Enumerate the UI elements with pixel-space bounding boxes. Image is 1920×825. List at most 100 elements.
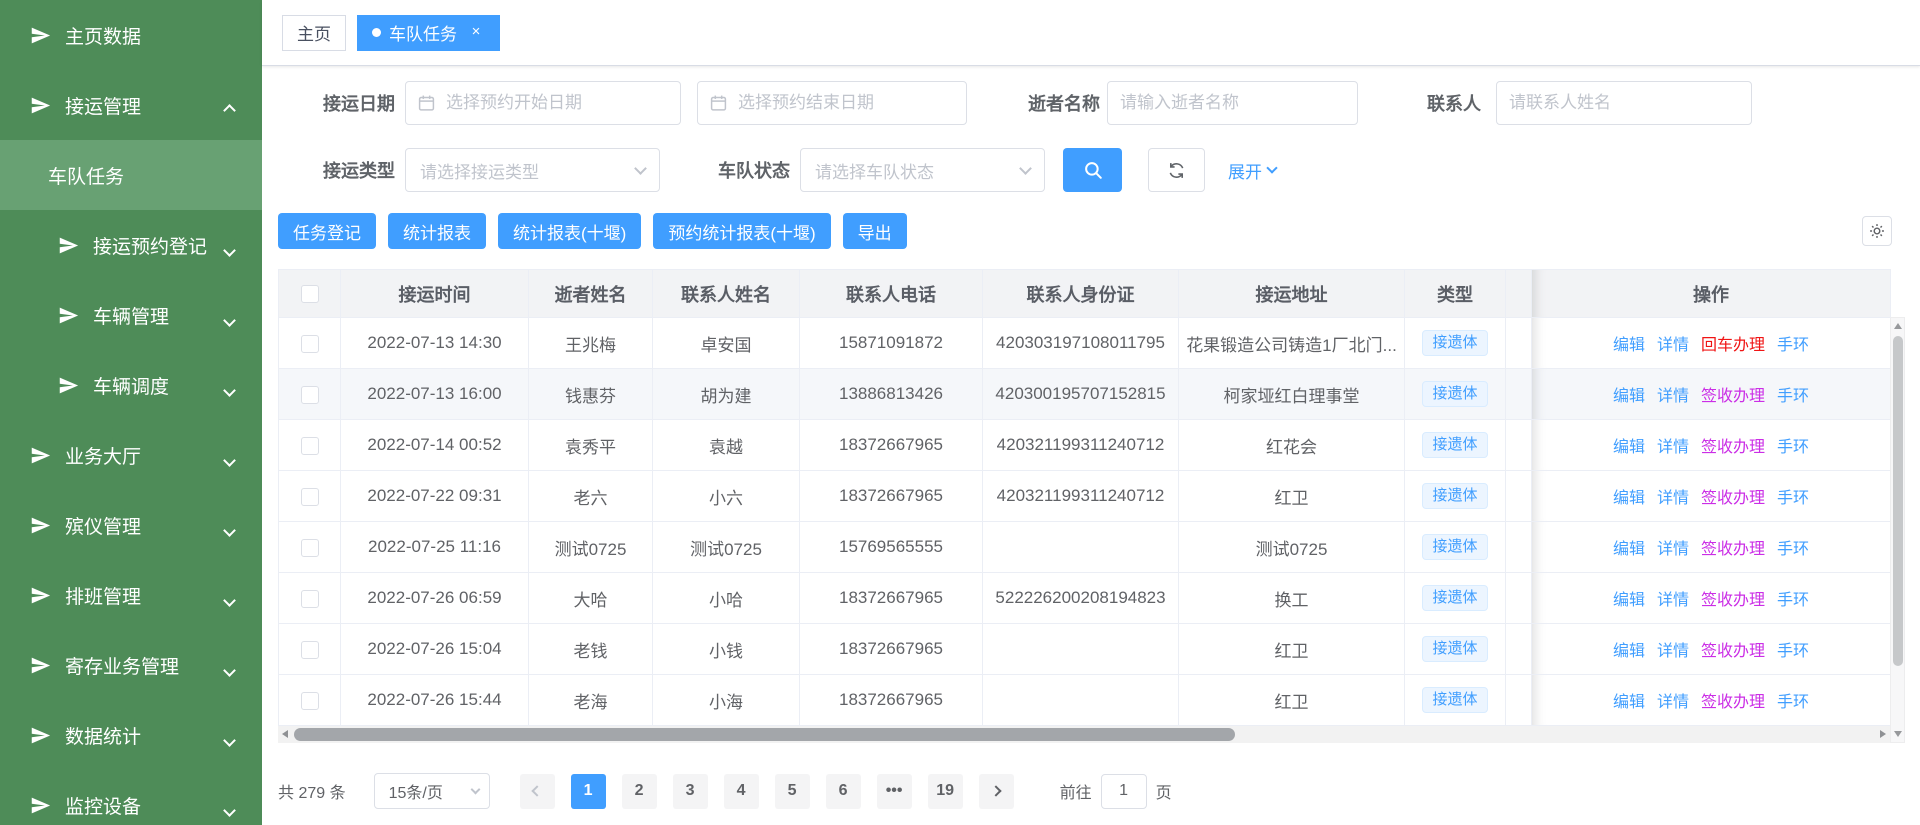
- vertical-scrollbar[interactable]: [1890, 317, 1905, 743]
- deceased-name-input[interactable]: [1107, 81, 1358, 125]
- pickup-type-select[interactable]: 请选择接运类型: [405, 148, 660, 192]
- action-link[interactable]: 详情: [1657, 490, 1689, 507]
- row-checkbox[interactable]: [301, 641, 319, 659]
- date-end-field[interactable]: [698, 82, 966, 124]
- action-link[interactable]: 详情: [1657, 592, 1689, 609]
- chevron-left-icon: [531, 785, 542, 796]
- action-link[interactable]: 手环: [1777, 694, 1809, 711]
- date-start-input[interactable]: [405, 81, 681, 125]
- task-table: 接运时间逝者姓名联系人姓名联系人电话联系人身份证接运地址类型操作 2022-07…: [278, 269, 1891, 726]
- booking-report-shiyan-button[interactable]: 预约统计报表(十堰): [653, 213, 830, 249]
- action-link[interactable]: 手环: [1777, 388, 1809, 405]
- tab-home[interactable]: 主页: [282, 15, 346, 51]
- sidebar-item-active[interactable]: 车队任务: [0, 140, 262, 210]
- contact-label: 联系人: [1425, 90, 1481, 116]
- row-checkbox[interactable]: [301, 488, 319, 506]
- report-button[interactable]: 统计报表: [388, 213, 486, 249]
- prev-page-button[interactable]: [520, 774, 555, 809]
- row-checkbox[interactable]: [301, 335, 319, 353]
- action-link[interactable]: 编辑: [1613, 388, 1645, 405]
- export-button[interactable]: 导出: [843, 213, 907, 249]
- page-button[interactable]: 4: [724, 774, 759, 809]
- tab-active[interactable]: 车队任务: [357, 15, 500, 51]
- sidebar-item[interactable]: 数据统计: [0, 700, 262, 770]
- action-link[interactable]: 编辑: [1613, 643, 1645, 660]
- column-settings-button[interactable]: [1862, 216, 1892, 246]
- expand-toggle[interactable]: 展开: [1228, 158, 1276, 183]
- action-link[interactable]: 手环: [1777, 337, 1809, 354]
- page-button[interactable]: 1: [571, 774, 606, 809]
- sidebar-item[interactable]: 业务大厅: [0, 420, 262, 490]
- action-link[interactable]: 详情: [1657, 643, 1689, 660]
- row-checkbox[interactable]: [301, 590, 319, 608]
- horizontal-scroll-thumb[interactable]: [294, 728, 1235, 741]
- action-link[interactable]: 编辑: [1613, 694, 1645, 711]
- action-link[interactable]: 编辑: [1613, 439, 1645, 456]
- vertical-scroll-thumb[interactable]: [1893, 336, 1903, 666]
- goto-page-input[interactable]: [1101, 774, 1147, 809]
- scroll-right-arrow-icon[interactable]: [1880, 730, 1886, 738]
- row-checkbox[interactable]: [301, 692, 319, 710]
- row-checkbox[interactable]: [301, 539, 319, 557]
- page-button[interactable]: 19: [928, 774, 963, 809]
- action-link[interactable]: 编辑: [1613, 592, 1645, 609]
- action-link[interactable]: 签收办理: [1701, 490, 1765, 507]
- action-link[interactable]: 详情: [1657, 694, 1689, 711]
- action-link[interactable]: 详情: [1657, 439, 1689, 456]
- date-end-input[interactable]: [697, 81, 967, 125]
- report-shiyan-button[interactable]: 统计报表(十堰): [498, 213, 641, 249]
- action-link[interactable]: 签收办理: [1701, 592, 1765, 609]
- row-checkbox[interactable]: [301, 437, 319, 455]
- select-all-checkbox[interactable]: [301, 285, 319, 303]
- sidebar-item[interactable]: 主页数据: [0, 0, 262, 70]
- action-link[interactable]: 编辑: [1613, 541, 1645, 558]
- action-link[interactable]: 回车办理: [1701, 337, 1765, 354]
- action-link[interactable]: 签收办理: [1701, 439, 1765, 456]
- action-link[interactable]: 手环: [1777, 490, 1809, 507]
- action-link[interactable]: 签收办理: [1701, 694, 1765, 711]
- table-row: 2022-07-26 06:59大哈小哈18372667965522226200…: [279, 573, 1891, 624]
- page-size-select[interactable]: 15条/页: [374, 773, 490, 809]
- action-link[interactable]: 详情: [1657, 337, 1689, 354]
- deceased-name-field[interactable]: [1108, 82, 1357, 124]
- scroll-left-arrow-icon[interactable]: [282, 730, 288, 738]
- row-checkbox[interactable]: [301, 386, 319, 404]
- sidebar-item[interactable]: 寄存业务管理: [0, 630, 262, 700]
- action-link[interactable]: 手环: [1777, 643, 1809, 660]
- sidebar-item[interactable]: 排班管理: [0, 560, 262, 630]
- refresh-button[interactable]: [1148, 148, 1205, 192]
- scroll-down-arrow-icon[interactable]: [1894, 731, 1902, 737]
- fleet-status-select[interactable]: 请选择车队状态: [800, 148, 1045, 192]
- sidebar-item[interactable]: 车辆管理: [0, 280, 262, 350]
- horizontal-scrollbar[interactable]: [278, 726, 1890, 743]
- date-start-field[interactable]: [406, 82, 680, 124]
- page-button[interactable]: 3: [673, 774, 708, 809]
- action-link[interactable]: 编辑: [1613, 490, 1645, 507]
- action-link[interactable]: 详情: [1657, 541, 1689, 558]
- sidebar-item[interactable]: 接运预约登记: [0, 210, 262, 280]
- page-button[interactable]: 2: [622, 774, 657, 809]
- next-page-button[interactable]: [979, 774, 1014, 809]
- page-button[interactable]: 5: [775, 774, 810, 809]
- task-register-button[interactable]: 任务登记: [278, 213, 376, 249]
- sidebar-item[interactable]: 殡仪管理: [0, 490, 262, 560]
- page-ellipsis[interactable]: •••: [877, 774, 912, 809]
- sidebar-item[interactable]: 接运管理: [0, 70, 262, 140]
- contact-name-field[interactable]: [1497, 82, 1751, 124]
- action-link[interactable]: 编辑: [1613, 337, 1645, 354]
- action-link[interactable]: 详情: [1657, 388, 1689, 405]
- action-link[interactable]: 手环: [1777, 439, 1809, 456]
- action-link[interactable]: 签收办理: [1701, 541, 1765, 558]
- action-link[interactable]: 签收办理: [1701, 643, 1765, 660]
- contact-name-input[interactable]: [1496, 81, 1752, 125]
- action-link[interactable]: 手环: [1777, 592, 1809, 609]
- sidebar-item[interactable]: 车辆调度: [0, 350, 262, 420]
- action-link[interactable]: 手环: [1777, 541, 1809, 558]
- page-button[interactable]: 6: [826, 774, 861, 809]
- sidebar-item[interactable]: 监控设备: [0, 770, 262, 825]
- search-button[interactable]: [1063, 148, 1122, 192]
- action-link[interactable]: 签收办理: [1701, 388, 1765, 405]
- close-icon[interactable]: [467, 24, 485, 42]
- pickup-address-cell: 红花会: [1179, 420, 1405, 471]
- scroll-up-arrow-icon[interactable]: [1894, 323, 1902, 329]
